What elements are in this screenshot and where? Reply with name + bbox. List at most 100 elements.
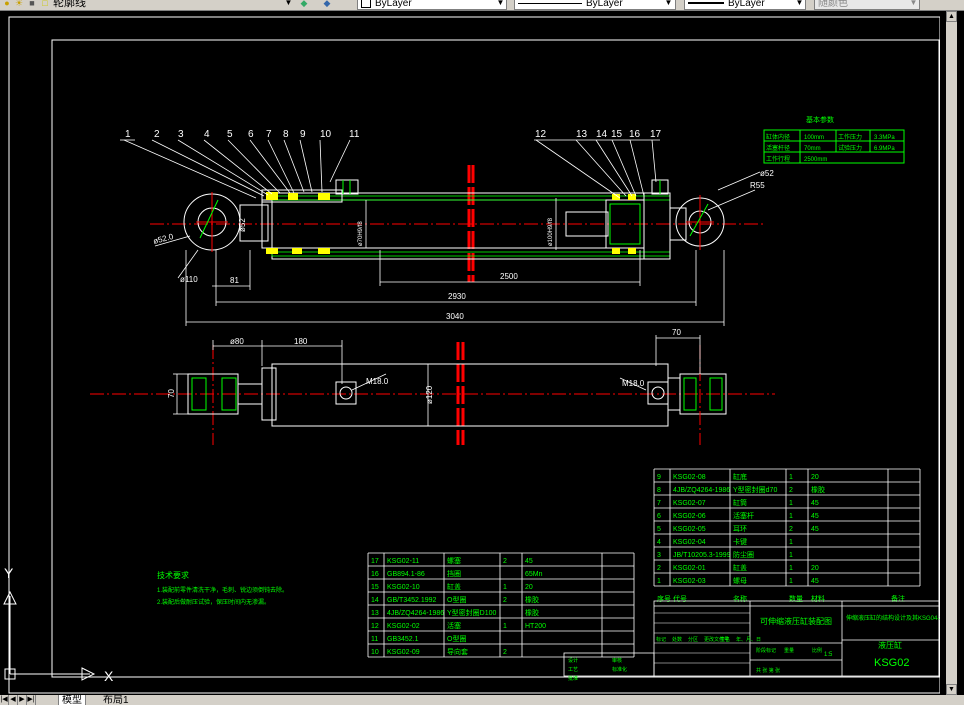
part-no-2: 2	[154, 129, 160, 140]
linetype-preview-icon	[518, 2, 582, 4]
dim-d52-right: ø52	[760, 169, 774, 178]
cylinder-bottom	[643, 192, 671, 260]
part-no-4: 4	[204, 129, 210, 140]
drawing-canvas[interactable]: 1 2 3 4 5 6 7 8 9 10 11 12 13 14 15 16 1…	[0, 11, 940, 695]
leader-lines	[120, 139, 660, 199]
ucs-x-label: X	[104, 668, 114, 684]
bom-right-cell: 7	[657, 500, 661, 507]
bom-left-cell: 1	[503, 584, 507, 591]
role-label: 审核	[612, 657, 622, 664]
part-no-9: 9	[300, 129, 306, 140]
sheet-info: 共 张 第 张	[756, 667, 780, 674]
param-label-1: 缸体内径	[766, 133, 790, 141]
bom-right-cell: 缸底	[733, 472, 747, 481]
dim-d52-v: ø52	[238, 218, 247, 232]
color-control[interactable]: ByLayer	[357, 0, 507, 10]
linetype-control[interactable]: ByLayer	[514, 0, 676, 10]
bom-right-cell: KSG02-05	[673, 526, 706, 533]
param-value-2: 3.3MPa	[874, 135, 895, 141]
param-label-3: 活塞杆径	[766, 144, 790, 152]
plotstyle-control-value: 随颜色	[818, 0, 848, 9]
sun-icon[interactable]: ☀	[14, 0, 24, 8]
bom-right-cell: 缸筒	[733, 498, 747, 507]
lineweight-control[interactable]: ByLayer	[684, 0, 806, 10]
layout-tab-bar: |◀ ◀ ▶ ▶| 模型 布局1	[0, 695, 964, 705]
role-label: 设计	[568, 657, 578, 664]
light-bulb-icon[interactable]: ●	[2, 0, 12, 8]
layer-dropdown-arrow[interactable]: ▼	[283, 0, 294, 10]
vertical-scrollbar[interactable]: ▲ ▼	[940, 11, 964, 695]
tab-first-arrow[interactable]: |◀	[0, 695, 9, 705]
bom-left-cell: 65Mn	[525, 571, 543, 578]
bom-right-cell: JB/T10205.3-1999	[673, 552, 731, 559]
bom-right-cell: 2	[789, 526, 793, 533]
dimensions-main	[154, 171, 761, 326]
sign-label: 分区	[688, 636, 698, 643]
bom-left-cell: 45	[525, 558, 533, 565]
dim-70-v: 70	[167, 389, 176, 398]
bom-right-cell: 1	[789, 578, 793, 585]
linetype-dropdown-arrow[interactable]: ▼	[663, 0, 674, 10]
part-no-13: 13	[576, 129, 588, 140]
role-label: 批准	[568, 675, 578, 682]
part-numbers: 1 2 3 4 5 6 7 8 9 10 11 12 13 14 15 16 1…	[125, 129, 662, 140]
part-no-11: 11	[349, 129, 360, 140]
lock-icon[interactable]: ■	[27, 0, 37, 8]
part-no-8: 8	[283, 129, 289, 140]
tab-last-arrow[interactable]: ▶|	[27, 695, 36, 705]
bom-left-cell: 10	[371, 649, 379, 656]
bom-right-cell: 4	[657, 539, 661, 546]
part-no-7: 7	[266, 129, 272, 140]
part-no-10: 10	[320, 129, 332, 140]
bom-left-cell: 13	[371, 610, 379, 617]
tab-model[interactable]: 模型	[58, 695, 86, 705]
bom-right-cell: 1	[789, 474, 793, 481]
scroll-up-arrow[interactable]: ▲	[946, 11, 957, 22]
dim-bore-2: ø100H9/f8	[548, 217, 554, 246]
bom-right-cell: 45	[811, 513, 819, 520]
layer-color-icon: □	[42, 0, 48, 8]
color-dropdown-arrow[interactable]: ▼	[495, 0, 506, 10]
seal-left-5	[292, 248, 302, 254]
bom-right-cell: 活塞杆	[733, 511, 754, 520]
notes-title: 技术要求	[157, 570, 189, 580]
bom-left-cell: 15	[371, 584, 379, 591]
bom-right-cell: 20	[811, 474, 819, 481]
lineweight-preview-icon	[688, 2, 724, 5]
stage-label: 阶段标记	[756, 647, 776, 654]
notes-line-1: 1.装配前零件清洗干净，毛刺、锐边须倒钝去除。	[157, 586, 288, 594]
bom-right-cell: 1	[789, 552, 793, 559]
bom-right-cell: KSG02-01	[673, 565, 706, 572]
lineweight-dropdown-arrow[interactable]: ▼	[794, 0, 805, 10]
part-no-12: 12	[535, 129, 547, 140]
scroll-down-arrow[interactable]: ▼	[946, 684, 957, 695]
scrollbar-track[interactable]	[946, 11, 957, 695]
dim-81: 81	[230, 276, 239, 285]
bom-header-cell: 备注	[891, 594, 905, 603]
seal-piston-3	[612, 248, 620, 254]
seal-left-2	[288, 193, 298, 200]
bom-left-cell: KSG02-02	[387, 623, 420, 630]
notes-line-2: 2.装配后做耐压试验，保压时间内无渗漏。	[157, 598, 270, 606]
layer-manager-icon[interactable]: ◆	[322, 0, 332, 8]
port-right-circle	[651, 386, 665, 400]
param-label-5: 工作行程	[766, 155, 790, 163]
title-block: 可伸缩液压缸装配图 伸缩液压缸的结构设计及其KSG04-2 液压缸 KSG02 1:5 标…	[563, 600, 940, 682]
tab-prev-arrow[interactable]: ◀	[9, 695, 18, 705]
dimension-texts-main: 2500 2930 3040 81 ø52.0 ø110 ø52 ø52 R55…	[152, 169, 774, 321]
bom-right-cell: 耳环	[733, 525, 747, 533]
bom-left-cell: GB3452.1	[387, 636, 419, 643]
dim-3040: 3040	[446, 312, 464, 321]
bom-left-cell: KSG02-10	[387, 584, 420, 591]
bom-right-cell: 2	[657, 565, 661, 572]
bom-left-cell: 2	[503, 649, 507, 656]
dim-m18-right: M18.0	[622, 379, 645, 388]
make-current-layer-icon[interactable]: ◆	[299, 0, 309, 8]
bom-header-cell: 数量	[789, 594, 803, 603]
tab-next-arrow[interactable]: ▶	[18, 695, 27, 705]
layer-name: 轮廓线	[53, 0, 86, 9]
bom-right-cell: 8	[657, 487, 661, 494]
color-control-value: ByLayer	[375, 0, 412, 9]
bom-right-cell: KSG02-06	[673, 513, 706, 520]
tab-layout1[interactable]: 布局1	[100, 695, 132, 705]
